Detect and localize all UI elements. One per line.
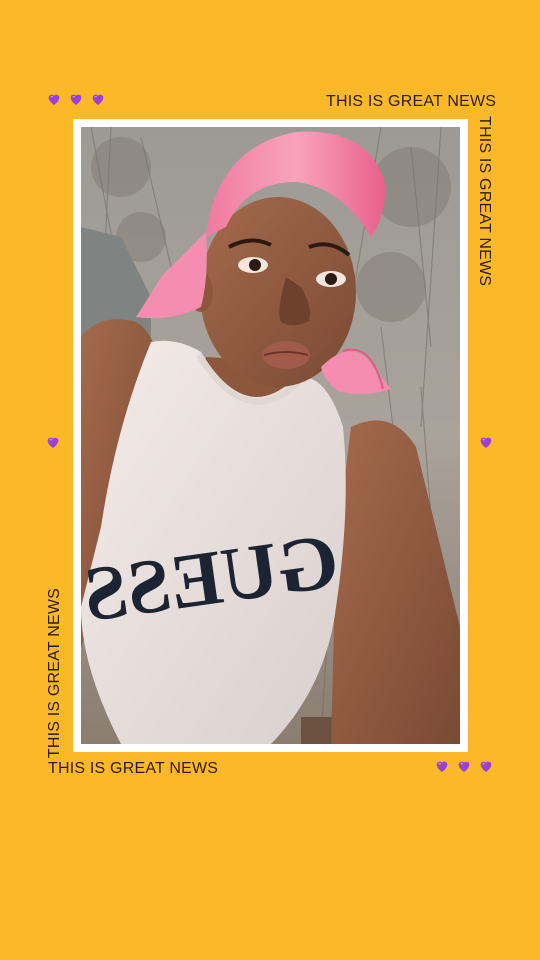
photo-frame: GUESS xyxy=(73,119,468,752)
caption-bottom-left: THIS IS GREAT NEWS xyxy=(48,760,219,777)
hearts-bottom-right xyxy=(434,758,494,774)
purple-heart-icon xyxy=(92,94,104,105)
purple-heart-icon xyxy=(458,761,470,772)
heart-left-middle xyxy=(45,434,61,450)
purple-heart-icon xyxy=(70,94,82,105)
purple-heart-icon xyxy=(47,437,59,448)
story-page: THIS IS GREAT NEWS THIS IS GREAT NEWS TH… xyxy=(0,0,540,960)
purple-heart-icon xyxy=(436,761,448,772)
purple-heart-icon xyxy=(480,761,492,772)
purple-heart-icon xyxy=(48,94,60,105)
hearts-top-left xyxy=(46,91,106,107)
selfie-illustration: GUESS xyxy=(81,127,460,744)
caption-right-vertical: THIS IS GREAT NEWS xyxy=(476,116,493,287)
purple-heart-icon xyxy=(480,437,492,448)
selfie-photo: GUESS xyxy=(81,127,460,744)
caption-top-right: THIS IS GREAT NEWS xyxy=(326,93,497,110)
caption-left-vertical: THIS IS GREAT NEWS xyxy=(46,588,63,759)
heart-right-middle xyxy=(478,434,494,450)
